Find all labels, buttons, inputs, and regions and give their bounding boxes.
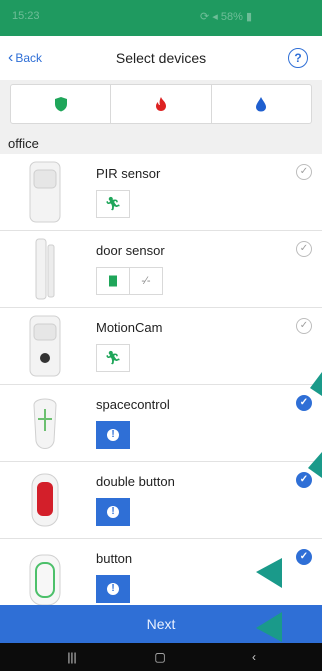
- pointer-overlay: [256, 372, 322, 642]
- pointer-arrow-3: [256, 558, 282, 588]
- pointer-arrow-2: [308, 452, 322, 478]
- pointer-arrow-4: [256, 612, 282, 642]
- pointer-arrow-1: [310, 372, 322, 396]
